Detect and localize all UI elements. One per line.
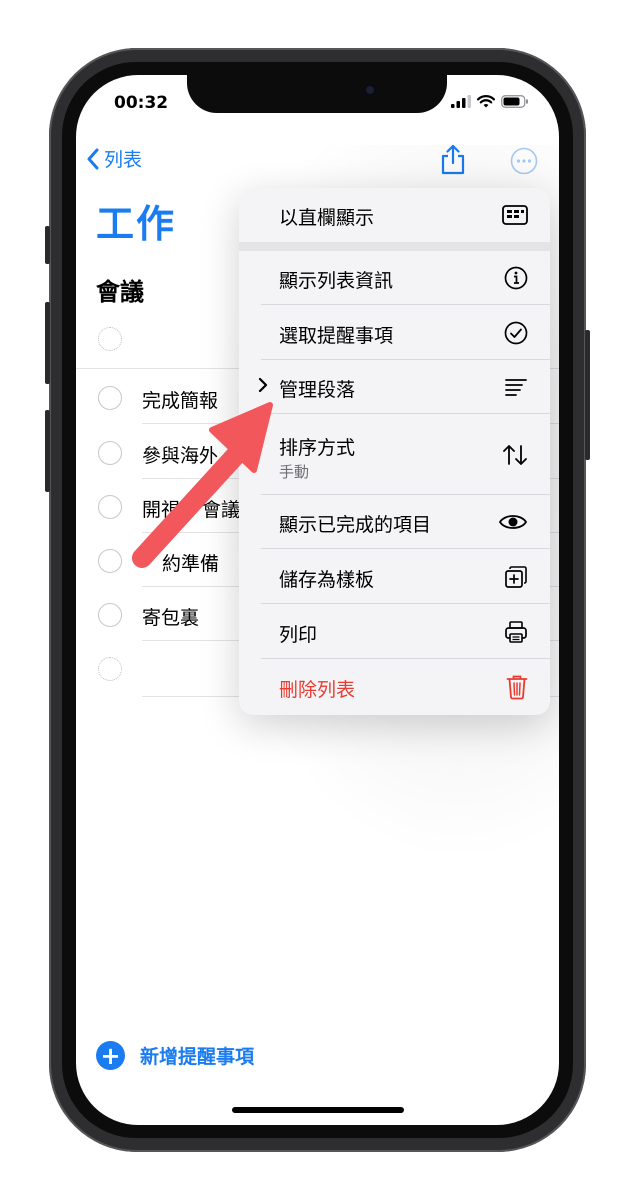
- status-icons: [451, 95, 529, 108]
- reminder-title[interactable]: 約準備: [162, 549, 219, 576]
- menu-item-label: 顯示列表資訊: [279, 270, 394, 292]
- reminder-checkbox[interactable]: [98, 603, 122, 627]
- reminder-checkbox[interactable]: [98, 549, 122, 573]
- share-icon[interactable]: [440, 143, 466, 175]
- menu-separator: [261, 603, 550, 604]
- sort-arrows-icon: [503, 445, 527, 465]
- menu-item-show-completed[interactable]: 顯示已完成的項目: [239, 495, 550, 549]
- back-button[interactable]: 列表: [86, 145, 142, 172]
- silent-switch: [45, 226, 50, 264]
- menu-separator: [261, 548, 550, 549]
- menu-item-delete-list[interactable]: 刪除列表: [239, 660, 550, 714]
- menu-item-label: 儲存為樣板: [279, 569, 375, 591]
- add-reminder-button[interactable]: + 新增提醒事項: [96, 1041, 254, 1070]
- battery-icon: [501, 95, 528, 108]
- trash-icon: [506, 675, 528, 700]
- new-item-circle[interactable]: [98, 657, 122, 681]
- reminder-checkbox[interactable]: [98, 495, 122, 519]
- menu-item-label: 選取提醒事項: [279, 325, 394, 347]
- menu-group-separator: [239, 242, 550, 251]
- reminder-title[interactable]: 開視: [142, 495, 180, 522]
- menu-item-view-as-columns[interactable]: 以直欄顯示: [239, 188, 550, 242]
- status-time: 00:32: [114, 93, 169, 113]
- reminder-checkbox[interactable]: [98, 441, 122, 465]
- reminder-title[interactable]: 完成簡報: [142, 386, 218, 413]
- list-title: 工作: [96, 202, 177, 246]
- reminder-checkbox[interactable]: [98, 386, 122, 410]
- eye-icon: [498, 515, 528, 529]
- columns-icon: [502, 205, 528, 225]
- menu-item-sort-by[interactable]: 排序方式 手動: [239, 415, 550, 495]
- reminder-title-part[interactable]: 會議: [202, 495, 240, 522]
- front-camera: [363, 83, 377, 97]
- volume-up-button: [45, 302, 50, 384]
- add-reminder-label: 新增提醒事項: [140, 1046, 255, 1068]
- printer-icon: [505, 621, 527, 643]
- info-icon: [504, 266, 528, 290]
- notch: [187, 75, 447, 113]
- reminder-title[interactable]: 寄包裏: [142, 603, 199, 630]
- new-item-circle[interactable]: [98, 327, 122, 351]
- menu-item-show-list-info[interactable]: 顯示列表資訊: [239, 251, 550, 305]
- menu-item-label: 排序方式: [279, 437, 356, 459]
- more-options-menu: 以直欄顯示 顯示列表資訊 選取提醒事項 管理段落 排序方式 手動 顯示已完成的項…: [239, 188, 550, 715]
- volume-down-button: [45, 410, 50, 492]
- screen: 00:32 列表 工作 會議 完成簡報 參與海外 開視 會議 約準備 寄包裏 以…: [76, 75, 559, 1125]
- menu-item-label: 刪除列表: [279, 679, 356, 701]
- section-title: 會議: [96, 278, 144, 306]
- menu-item-select-reminders[interactable]: 選取提醒事項: [239, 306, 550, 360]
- cellular-signal-icon: [451, 95, 471, 108]
- paragraph-lines-icon: [505, 379, 527, 396]
- home-indicator[interactable]: [232, 1107, 404, 1113]
- plus-circle-icon: +: [96, 1041, 125, 1070]
- back-label: 列表: [104, 149, 143, 171]
- menu-separator: [261, 304, 550, 305]
- chevron-right-icon: [258, 377, 268, 393]
- menu-item-sublabel: 手動: [279, 463, 310, 481]
- power-button: [585, 330, 590, 460]
- menu-separator: [261, 413, 550, 414]
- add-template-icon: [505, 566, 527, 588]
- menu-item-save-as-template[interactable]: 儲存為樣板: [239, 550, 550, 604]
- checkmark-circle-icon: [504, 321, 528, 345]
- more-options-icon[interactable]: [510, 147, 538, 175]
- menu-separator: [261, 658, 550, 659]
- reminder-title[interactable]: 參與海外: [142, 441, 218, 468]
- menu-item-label: 以直欄顯示: [279, 207, 375, 229]
- menu-item-label: 管理段落: [279, 379, 356, 401]
- menu-item-label: 顯示已完成的項目: [279, 514, 432, 536]
- menu-item-manage-sections[interactable]: 管理段落: [239, 360, 550, 414]
- chevron-left-icon: [87, 148, 99, 169]
- menu-item-print[interactable]: 列印: [239, 605, 550, 659]
- menu-item-label: 列印: [279, 624, 318, 646]
- wifi-icon: [477, 95, 495, 108]
